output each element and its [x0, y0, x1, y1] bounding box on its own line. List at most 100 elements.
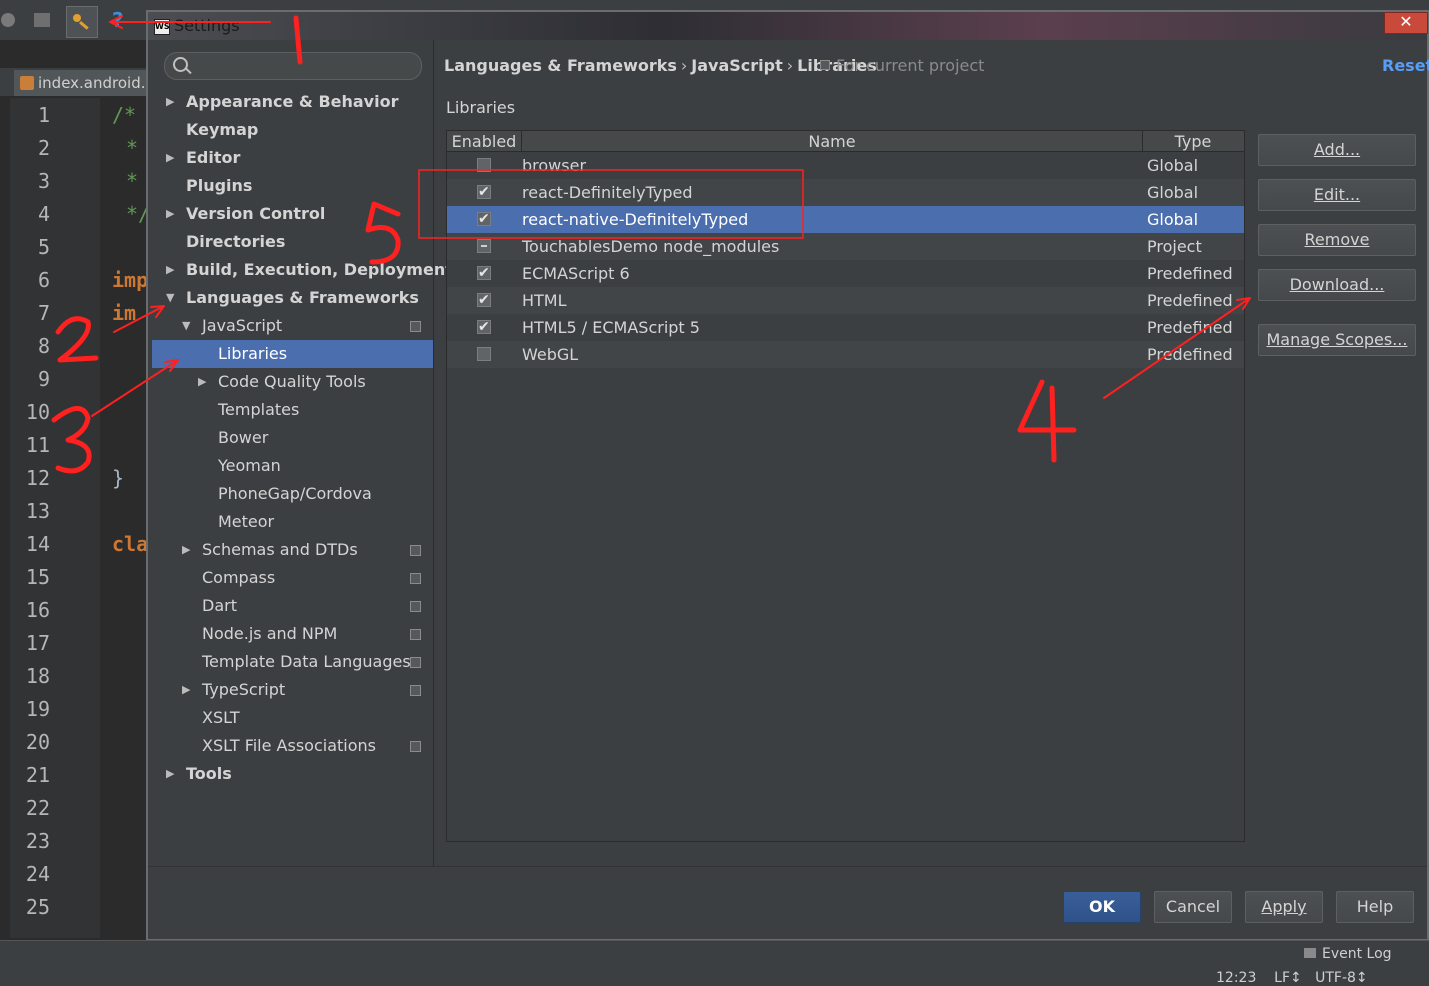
library-type: Predefined — [1147, 264, 1233, 283]
nav-nodejs-npm[interactable]: Node.js and NPM — [152, 620, 433, 648]
help-icon[interactable]: ? — [108, 8, 132, 32]
nav-libraries[interactable]: Libraries — [152, 340, 433, 368]
expand-arrow-icon[interactable]: ▶ — [166, 88, 174, 116]
nav-dart[interactable]: Dart — [152, 592, 433, 620]
expand-arrow-icon[interactable]: ▶ — [166, 144, 174, 172]
enabled-checkbox[interactable] — [477, 206, 491, 233]
library-name: HTML — [522, 291, 567, 310]
dialog-title-bar[interactable]: WS Settings ✕ — [148, 12, 1428, 40]
library-type: Predefined — [1147, 345, 1233, 364]
nav-yeoman[interactable]: Yeoman — [152, 452, 433, 480]
nav-javascript[interactable]: ▼ JavaScript — [152, 312, 433, 340]
enabled-checkbox[interactable] — [477, 158, 491, 172]
enabled-checkbox[interactable] — [477, 347, 491, 361]
table-row[interactable]: TouchablesDemo node_modules Project — [447, 233, 1244, 260]
nav-label: Version Control — [186, 204, 326, 223]
library-type: Global — [1147, 183, 1199, 202]
enabled-checkbox[interactable] — [477, 239, 491, 253]
breadcrumb-item: Languages & Frameworks — [444, 56, 677, 75]
library-type: Project — [1147, 237, 1202, 256]
nav-build-execution-deployment[interactable]: ▶ Build, Execution, Deployment — [152, 256, 453, 284]
nav-directories[interactable]: Directories — [152, 228, 433, 256]
nav-xslt-file-associations[interactable]: XSLT File Associations — [152, 732, 433, 760]
expand-arrow-icon[interactable]: ▶ — [166, 760, 174, 788]
settings-wrench-icon[interactable] — [66, 6, 98, 38]
nav-typescript[interactable]: ▶ TypeScript — [152, 676, 433, 704]
event-log-button[interactable]: Event Log — [1304, 946, 1392, 962]
table-row[interactable]: WebGL Predefined — [447, 341, 1244, 368]
code-comment-open: /* — [112, 103, 137, 127]
expand-arrow-icon[interactable]: ▶ — [166, 200, 174, 228]
manage-scopes-button[interactable]: Manage Scopes... — [1258, 324, 1416, 356]
enabled-checkbox[interactable] — [477, 287, 491, 314]
nav-label: Meteor — [218, 512, 275, 531]
nav-compass[interactable]: Compass — [152, 564, 433, 592]
nav-appearance-behavior[interactable]: ▶ Appearance & Behavior — [152, 88, 433, 116]
code-class-keyword: cla — [112, 532, 149, 556]
nav-editor[interactable]: ▶ Editor — [152, 144, 433, 172]
line-number: 10 — [25, 400, 50, 424]
nav-xslt[interactable]: XSLT — [152, 704, 433, 732]
expand-arrow-icon[interactable]: ▶ — [182, 536, 190, 564]
expand-arrow-icon[interactable]: ▶ — [182, 676, 190, 704]
help-button[interactable]: Help — [1336, 891, 1414, 923]
table-row[interactable]: browser Global — [447, 152, 1244, 179]
svg-text:?: ? — [112, 8, 124, 32]
debug-icon[interactable] — [0, 8, 24, 32]
table-row[interactable]: react-native-DefinitelyTyped Global — [447, 206, 1244, 233]
nav-plugins[interactable]: Plugins — [152, 172, 433, 200]
close-icon[interactable]: ✕ — [1384, 12, 1428, 34]
collapse-arrow-icon[interactable]: ▼ — [166, 284, 174, 312]
nav-template-data-languages[interactable]: Template Data Languages — [152, 648, 433, 676]
nav-code-quality-tools[interactable]: ▶ Code Quality Tools — [152, 368, 433, 396]
remove-library-button[interactable]: Remove — [1258, 224, 1416, 256]
line-number: 24 — [25, 862, 50, 886]
nav-phonegap-cordova[interactable]: PhoneGap/Cordova — [152, 480, 433, 508]
js-file-icon — [20, 76, 34, 90]
nav-templates[interactable]: Templates — [152, 396, 433, 424]
library-name: react-native-DefinitelyTyped — [522, 210, 749, 229]
breadcrumb-separator: › — [786, 56, 794, 75]
cursor-position[interactable]: 12:23 — [1216, 970, 1256, 986]
libraries-table: Enabled Name Type browserGlobalreact-Def… — [446, 130, 1245, 842]
code-comment-line: * — [126, 169, 139, 193]
table-row[interactable]: HTML5 / ECMAScript 5 Predefined — [447, 314, 1244, 341]
file-encoding[interactable]: UTF-8↕ — [1315, 970, 1368, 986]
enabled-checkbox[interactable] — [477, 179, 491, 206]
nav-keymap[interactable]: Keymap — [152, 116, 433, 144]
expand-arrow-icon[interactable]: ▶ — [166, 256, 174, 284]
table-row[interactable]: ECMAScript 6 Predefined — [447, 260, 1244, 287]
add-library-button[interactable]: Add... — [1258, 134, 1416, 166]
enabled-checkbox[interactable] — [477, 260, 491, 287]
project-scope-icon — [410, 741, 421, 752]
column-header-enabled[interactable]: Enabled — [447, 131, 522, 151]
scope-note-label: For current project — [836, 56, 985, 75]
column-header-type[interactable]: Type — [1143, 131, 1243, 151]
ide-status-bar — [0, 940, 1429, 986]
line-number: 23 — [25, 829, 50, 853]
editor-tab[interactable]: index.android. — [14, 70, 150, 96]
libraries-group-label: Libraries — [446, 98, 516, 117]
ok-button[interactable]: OK — [1063, 891, 1141, 923]
nav-languages-frameworks[interactable]: ▼ Languages & Frameworks — [152, 284, 433, 312]
collapse-arrow-icon[interactable]: ▼ — [182, 312, 190, 340]
enabled-checkbox[interactable] — [477, 314, 491, 341]
nav-tools[interactable]: ▶ Tools — [152, 760, 433, 788]
coverage-icon[interactable] — [30, 8, 54, 32]
nav-label: Keymap — [186, 120, 259, 139]
download-library-button[interactable]: Download... — [1258, 269, 1416, 301]
nav-version-control[interactable]: ▶ Version Control — [152, 200, 433, 228]
nav-schemas-dtds[interactable]: ▶ Schemas and DTDs — [152, 536, 433, 564]
nav-meteor[interactable]: Meteor — [152, 508, 433, 536]
edit-library-button[interactable]: Edit... — [1258, 179, 1416, 211]
apply-button[interactable]: Apply — [1245, 891, 1323, 923]
table-row[interactable]: HTML Predefined — [447, 287, 1244, 314]
settings-search-input[interactable] — [164, 52, 422, 80]
column-header-name[interactable]: Name — [522, 131, 1143, 151]
table-row[interactable]: react-DefinitelyTyped Global — [447, 179, 1244, 206]
cancel-button[interactable]: Cancel — [1154, 891, 1232, 923]
nav-bower[interactable]: Bower — [152, 424, 433, 452]
reset-link[interactable]: Reset — [1382, 56, 1429, 75]
line-separator[interactable]: LF↕ — [1274, 970, 1302, 986]
expand-arrow-icon[interactable]: ▶ — [198, 368, 206, 396]
